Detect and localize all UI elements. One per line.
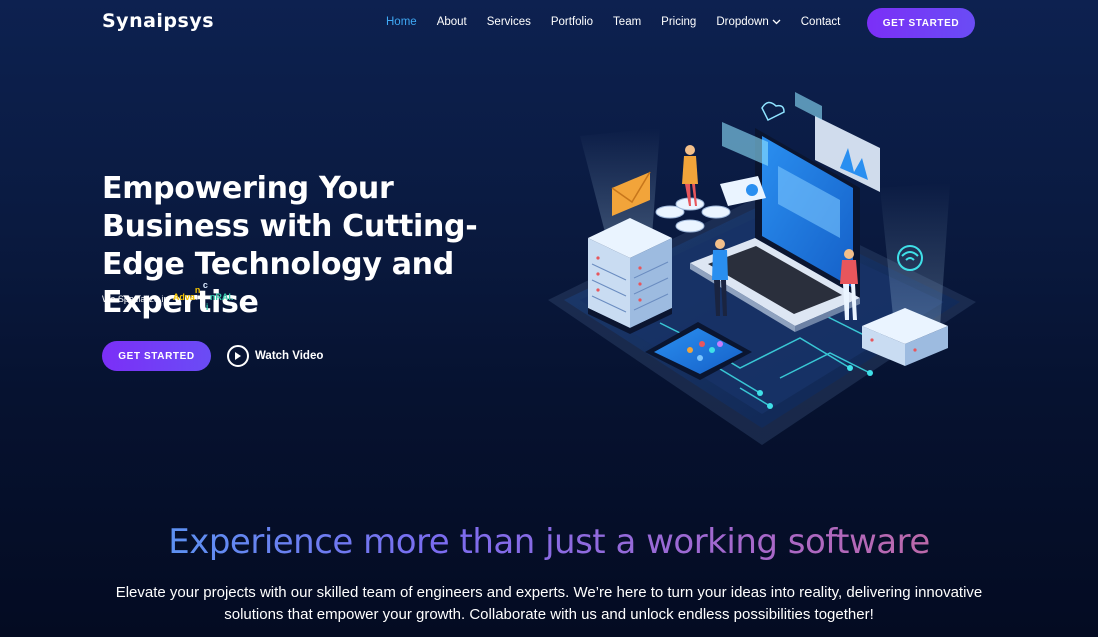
- header-get-started-button[interactable]: GET STARTED: [867, 8, 975, 38]
- anim-fragment: nRAI.: [209, 292, 234, 302]
- play-icon: [227, 345, 249, 367]
- nav-team[interactable]: Team: [613, 16, 641, 28]
- anim-fragment: n: [194, 285, 201, 295]
- nav-about[interactable]: About: [437, 16, 467, 28]
- anim-fragment: i: [205, 302, 209, 312]
- specialize-text: We Specialize in Adva n c i nRAI.: [102, 280, 243, 312]
- tech-illustration: [540, 88, 990, 453]
- anim-fragment: Adva: [172, 292, 195, 302]
- watch-video-link[interactable]: Watch Video: [227, 345, 323, 367]
- main-nav: Home About Services Portfolio Team Prici…: [386, 8, 860, 36]
- nav-services[interactable]: Services: [487, 16, 531, 28]
- nav-dropdown[interactable]: Dropdown: [716, 16, 781, 28]
- hero-get-started-button[interactable]: GET STARTED: [102, 341, 211, 371]
- nav-dropdown-label: Dropdown: [716, 16, 769, 28]
- chevron-down-icon: [772, 17, 781, 27]
- watch-video-label: Watch Video: [255, 350, 324, 362]
- nav-home[interactable]: Home: [386, 16, 417, 28]
- animated-text: Adva n c i nRAI.: [172, 280, 243, 312]
- nav-portfolio[interactable]: Portfolio: [551, 16, 593, 28]
- specialize-prefix: We Specialize in: [102, 294, 169, 304]
- site-header: Synaipsys Home About Services Portfolio …: [0, 0, 1098, 44]
- nav-contact[interactable]: Contact: [801, 16, 841, 28]
- anim-fragment: c: [202, 280, 208, 290]
- section-description: Elevate your projects with our skilled t…: [115, 584, 983, 623]
- logo[interactable]: Synaipsys: [102, 10, 214, 32]
- nav-pricing[interactable]: Pricing: [661, 16, 696, 28]
- section-title: Experience more than just a working soft…: [0, 522, 1098, 562]
